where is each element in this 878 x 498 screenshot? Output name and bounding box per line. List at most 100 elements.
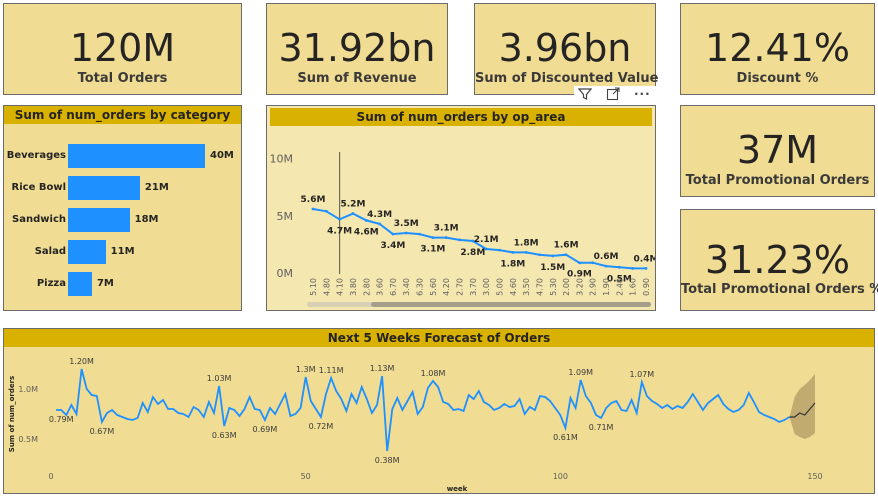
visual-header-toolbar: ··· bbox=[574, 86, 658, 102]
x-tick-label: 6.30 bbox=[416, 278, 425, 296]
data-label: 0.4M bbox=[634, 254, 655, 264]
kpi-card-total-promotional-orders[interactable]: 37M Total Promotional Orders bbox=[680, 105, 875, 197]
bar[interactable] bbox=[68, 144, 205, 168]
x-axis-title: week bbox=[447, 485, 468, 493]
line-point bbox=[458, 238, 461, 242]
x-tick-label: 3.80 bbox=[349, 278, 358, 296]
line-point bbox=[644, 267, 648, 270]
bar-category-label: Salad bbox=[34, 246, 66, 257]
data-label: 1.6M bbox=[554, 241, 579, 251]
data-label: 3.1M bbox=[420, 245, 445, 255]
data-label: 0.72M bbox=[309, 422, 334, 431]
y-axis-title: Sum of num_orders bbox=[8, 376, 16, 452]
bar-category-label: Sandwich bbox=[12, 214, 66, 225]
bar-category-label: Pizza bbox=[36, 278, 66, 289]
line-point bbox=[418, 232, 421, 236]
x-tick-label: 6.70 bbox=[389, 278, 398, 296]
y-tick-label: 5M bbox=[277, 210, 294, 223]
x-tick-label: 4.70 bbox=[535, 278, 544, 296]
line-point bbox=[311, 207, 315, 211]
x-tick-label: 100 bbox=[553, 472, 568, 481]
data-label: 1.03M bbox=[207, 374, 232, 383]
x-tick-label: 0.90 bbox=[642, 278, 651, 296]
kpi-value: 120M bbox=[69, 26, 176, 70]
kpi-card-sum-of-discounted-value[interactable]: 3.96bn Sum of Discounted Value bbox=[474, 3, 659, 95]
x-tick-label: 2.90 bbox=[589, 278, 598, 296]
bar-row[interactable]: Rice Bowl 21M bbox=[4, 176, 241, 200]
forecast-confidence-band bbox=[789, 374, 815, 439]
kpi-card-total-promotional-orders-pct[interactable]: 31.23% Total Promotional Orders % bbox=[680, 209, 878, 311]
focus-mode-icon[interactable] bbox=[606, 86, 620, 105]
bar-category-label: Beverages bbox=[6, 150, 66, 161]
bar[interactable] bbox=[68, 272, 92, 296]
kpi-card-sum-of-revenue[interactable]: 31.92bn Sum of Revenue bbox=[266, 3, 448, 95]
data-label: 0.69M bbox=[253, 425, 278, 434]
data-label: 2.1M bbox=[474, 235, 499, 245]
x-tick-label: 4.60 bbox=[509, 278, 518, 296]
bar-row[interactable]: Salad 11M bbox=[4, 240, 241, 264]
forecast-chart-card[interactable]: Next 5 Weeks Forecast of Orders 1.0M 0.5M… bbox=[3, 328, 875, 494]
x-tick-label: 5.30 bbox=[549, 278, 558, 296]
filter-icon[interactable] bbox=[577, 86, 593, 105]
horizontal-scrollbar-thumb bbox=[371, 302, 651, 307]
kpi-label: Total Promotional Orders % bbox=[681, 282, 878, 297]
kpi-value: 12.41% bbox=[705, 26, 850, 70]
line-point bbox=[551, 254, 555, 258]
y-tick-label: 10M bbox=[270, 153, 294, 166]
x-tick-label: 4.10 bbox=[336, 278, 345, 296]
x-tick-label: 3.70 bbox=[469, 278, 478, 296]
x-tick-label: 2.70 bbox=[456, 278, 465, 296]
line-point bbox=[511, 251, 515, 254]
op-area-line-chart-card[interactable]: Sum of num_orders by op_area 10M 5M 0M 5.6M… bbox=[266, 105, 656, 311]
data-label: 0.61M bbox=[553, 433, 578, 442]
line-point bbox=[578, 261, 581, 265]
bar-row[interactable]: Beverages 40M bbox=[4, 144, 241, 168]
line-point bbox=[324, 209, 328, 213]
line-point bbox=[498, 248, 501, 252]
y-tick-label: 0.5M bbox=[18, 435, 38, 444]
bar-data-label: 7M bbox=[96, 278, 114, 289]
data-label: 1.8M bbox=[500, 259, 525, 269]
line-point bbox=[404, 231, 408, 235]
bar-row[interactable]: Pizza 7M bbox=[4, 272, 241, 296]
x-tick-label: 150 bbox=[807, 472, 822, 481]
kpi-label: Total Orders bbox=[77, 71, 168, 86]
bar[interactable] bbox=[68, 208, 130, 232]
bar[interactable] bbox=[68, 240, 106, 264]
x-tick-label: 1.60 bbox=[629, 278, 638, 296]
line-point bbox=[391, 232, 395, 236]
x-tick-label: 3.60 bbox=[376, 278, 385, 296]
data-label: 3.5M bbox=[394, 219, 419, 229]
category-bar-chart: Beverages 40M Rice Bowl 21M Sandwich 18M Salad… bbox=[4, 106, 241, 310]
kpi-card-total-orders[interactable]: 120M Total Orders bbox=[3, 3, 242, 95]
line-point bbox=[378, 222, 381, 226]
x-tick-label: 4.20 bbox=[442, 278, 451, 296]
bar[interactable] bbox=[68, 176, 140, 200]
data-label: 1.8M bbox=[514, 238, 539, 248]
line-point bbox=[351, 212, 355, 215]
x-tick-label: 3.40 bbox=[402, 278, 411, 296]
x-tick-label: 5.10 bbox=[309, 278, 318, 296]
bar-category-label: Rice Bowl bbox=[11, 182, 66, 193]
kpi-label: Sum of Discounted Value bbox=[475, 71, 659, 86]
data-label: 1.11M bbox=[319, 366, 344, 375]
data-label: 0.6M bbox=[594, 252, 619, 262]
kpi-card-discount-pct[interactable]: 12.41% Discount % bbox=[680, 3, 875, 95]
data-label: 0.67M bbox=[90, 427, 115, 436]
line-point bbox=[444, 236, 448, 239]
data-label: 1.13M bbox=[370, 364, 395, 373]
forecast-line-chart: 1.0M 0.5M 0 50 100 150 week Sum of num_orders 0.… bbox=[8, 329, 823, 493]
kpi-label: Sum of Revenue bbox=[297, 71, 417, 86]
category-bar-chart-card[interactable]: Sum of num_orders by category Beverages 4… bbox=[3, 105, 242, 311]
more-options-icon[interactable]: ··· bbox=[634, 86, 651, 102]
kpi-value: 37M bbox=[736, 128, 819, 172]
bar-row[interactable]: Sandwich 18M bbox=[4, 208, 241, 232]
line-point bbox=[524, 251, 528, 254]
data-label: 5.2M bbox=[341, 200, 366, 210]
kpi-label: Discount % bbox=[736, 71, 819, 86]
line-point bbox=[431, 236, 435, 239]
x-tick-label: 2.80 bbox=[362, 278, 371, 296]
x-tick-label: 5.60 bbox=[429, 278, 438, 296]
data-label: 1.07M bbox=[629, 370, 654, 379]
x-tick-label: 5.00 bbox=[495, 278, 504, 296]
